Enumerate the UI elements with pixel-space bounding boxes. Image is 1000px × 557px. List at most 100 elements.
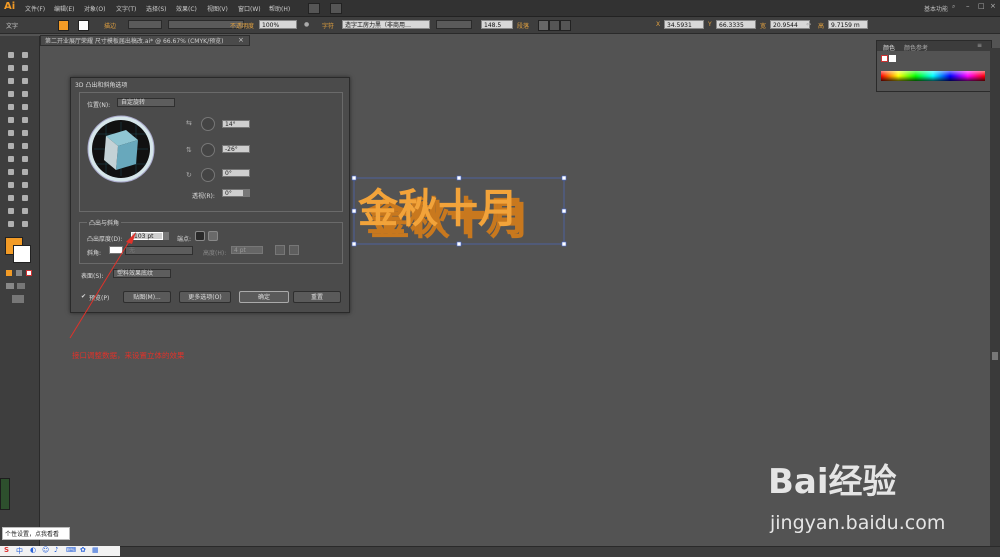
blend-tool-icon[interactable] (20, 180, 30, 190)
stroke-label[interactable]: 描边 (104, 21, 116, 30)
position-select[interactable]: 自定旋转 (117, 98, 175, 107)
opacity-field[interactable]: 100% (259, 20, 297, 29)
reset-button[interactable]: 重置 (293, 291, 341, 303)
vertical-scrollbar[interactable] (990, 48, 1000, 546)
blob-brush-tool-icon[interactable] (6, 115, 16, 125)
font-style-select[interactable] (436, 20, 472, 29)
handle-left[interactable] (351, 208, 357, 214)
z-axis-knob[interactable] (201, 168, 215, 182)
font-family-field[interactable]: 造字工房力黑（非商用… (342, 20, 430, 29)
handle-top-right[interactable] (561, 175, 567, 181)
magic-wand-tool-icon[interactable] (6, 63, 16, 73)
white-swatch[interactable] (889, 55, 896, 62)
x-field[interactable]: 34.5931 (664, 20, 704, 29)
hand-tool-icon[interactable] (6, 219, 16, 229)
ime-skin-icon[interactable]: ✿ (80, 546, 86, 554)
slice-tool-icon[interactable] (20, 206, 30, 216)
selection-tool-icon[interactable] (6, 50, 16, 60)
side-widget[interactable] (0, 478, 10, 510)
rotate-tool-icon[interactable] (6, 128, 16, 138)
rotation-cube-track[interactable] (86, 114, 156, 184)
cap-on-icon[interactable] (195, 231, 205, 241)
tab-color[interactable]: 颜色 (883, 43, 895, 52)
menu-type[interactable]: 文字(T) (116, 4, 136, 13)
close-icon[interactable]: × (990, 2, 996, 10)
draw-behind-icon[interactable] (17, 283, 25, 289)
ime-chinese-icon[interactable]: 中 (16, 546, 23, 556)
y-axis-knob[interactable] (201, 143, 215, 157)
handle-right[interactable] (561, 208, 567, 214)
symbol-sprayer-tool-icon[interactable] (6, 193, 16, 203)
column-graph-tool-icon[interactable] (20, 193, 30, 203)
bevel-height-field[interactable]: 4 pt (231, 246, 263, 254)
workspace-switcher[interactable]: 基本功能 (924, 4, 948, 13)
stroke-swatch[interactable] (78, 20, 89, 31)
menu-view[interactable]: 视图(V) (207, 4, 228, 13)
ime-keyboard-icon[interactable]: ⌨ (66, 546, 76, 554)
align-left-icon[interactable] (538, 20, 549, 31)
direct-selection-tool-icon[interactable] (20, 50, 30, 60)
eyedropper-tool-icon[interactable] (6, 180, 16, 190)
width-tool-icon[interactable] (6, 141, 16, 151)
shape-builder-tool-icon[interactable] (6, 154, 16, 164)
x-axis-knob[interactable] (201, 117, 215, 131)
handle-top[interactable] (456, 175, 462, 181)
bevel-out-icon[interactable] (275, 245, 285, 255)
ime-emoji-icon[interactable]: ☺ (42, 546, 49, 554)
eraser-tool-icon[interactable] (20, 115, 30, 125)
document-close-icon[interactable]: × (238, 35, 248, 46)
draw-normal-icon[interactable] (6, 283, 14, 289)
ime-punct-icon[interactable]: ◐ (30, 546, 36, 554)
minimize-icon[interactable]: – (966, 2, 970, 10)
handle-bottom-left[interactable] (351, 241, 357, 247)
gradient-mode-icon[interactable] (16, 270, 22, 276)
maximize-icon[interactable]: □ (978, 2, 985, 10)
artwork-canvas[interactable]: 金秋十月 金秋十月 金秋十月 (350, 172, 570, 248)
y-label[interactable]: Y (708, 21, 712, 28)
bridge-icon[interactable] (308, 3, 320, 14)
mesh-tool-icon[interactable] (6, 167, 16, 177)
panel-menu-icon[interactable]: ≡ (977, 42, 982, 49)
none-swatch-icon[interactable] (881, 55, 888, 62)
handle-bottom[interactable] (456, 241, 462, 247)
artboard-tool-icon[interactable] (6, 206, 16, 216)
menu-help[interactable]: 帮助(H) (269, 4, 290, 13)
scrollbar-thumb[interactable] (992, 352, 998, 360)
menu-effect[interactable]: 效果(C) (176, 4, 197, 13)
width-label[interactable]: 宽 (760, 21, 766, 30)
perspective-dropdown-icon[interactable] (244, 189, 250, 197)
stroke-color-icon[interactable] (13, 245, 31, 263)
menu-window[interactable]: 窗口(W) (238, 4, 261, 13)
y-rotation-field[interactable]: -26° (222, 145, 250, 153)
tab-color-guide[interactable]: 颜色参考 (904, 43, 928, 52)
link-icon[interactable]: ⇔ (806, 21, 811, 28)
z-rotation-field[interactable]: 0° (222, 169, 250, 177)
ime-tools-icon[interactable]: ▦ (92, 546, 99, 554)
search-icon[interactable]: ⌕ (952, 3, 955, 11)
handle-top-left[interactable] (351, 175, 357, 181)
document-tab[interactable]: 第二开业展厅荣耀 尺寸模板届出稿改.ai* @ 66.67% (CMYK/预览) (40, 35, 250, 46)
ime-logo-icon[interactable]: S (4, 546, 9, 554)
scale-tool-icon[interactable] (20, 128, 30, 138)
height-field[interactable]: 9.7159 m (828, 20, 868, 29)
ime-voice-icon[interactable]: ♪ (54, 546, 58, 554)
character-label[interactable]: 字符 (322, 21, 334, 30)
font-size-field[interactable]: 148.5 (481, 20, 513, 29)
menu-edit[interactable]: 编辑(E) (54, 4, 74, 13)
menu-select[interactable]: 选择(S) (146, 4, 167, 13)
x-label[interactable]: X (656, 21, 660, 28)
more-options-button[interactable]: 更多选项(O) (179, 291, 231, 303)
none-mode-icon[interactable] (26, 270, 32, 276)
fill-swatch[interactable] (58, 20, 69, 31)
ime-toolbar[interactable]: S 中 ◐ ☺ ♪ ⌨ ✿ ▦ (0, 546, 120, 556)
y-field[interactable]: 66.3335 (716, 20, 756, 29)
free-transform-tool-icon[interactable] (20, 141, 30, 151)
opacity-label[interactable]: 不透明度 (230, 21, 254, 30)
color-mode-icon[interactable] (6, 270, 12, 276)
style-icon[interactable]: ● (304, 21, 309, 28)
paintbrush-tool-icon[interactable] (6, 102, 16, 112)
perspective-grid-tool-icon[interactable] (20, 154, 30, 164)
bevel-in-icon[interactable] (289, 245, 299, 255)
screen-mode-icon[interactable] (12, 295, 24, 303)
type-tool-icon[interactable] (20, 76, 30, 86)
